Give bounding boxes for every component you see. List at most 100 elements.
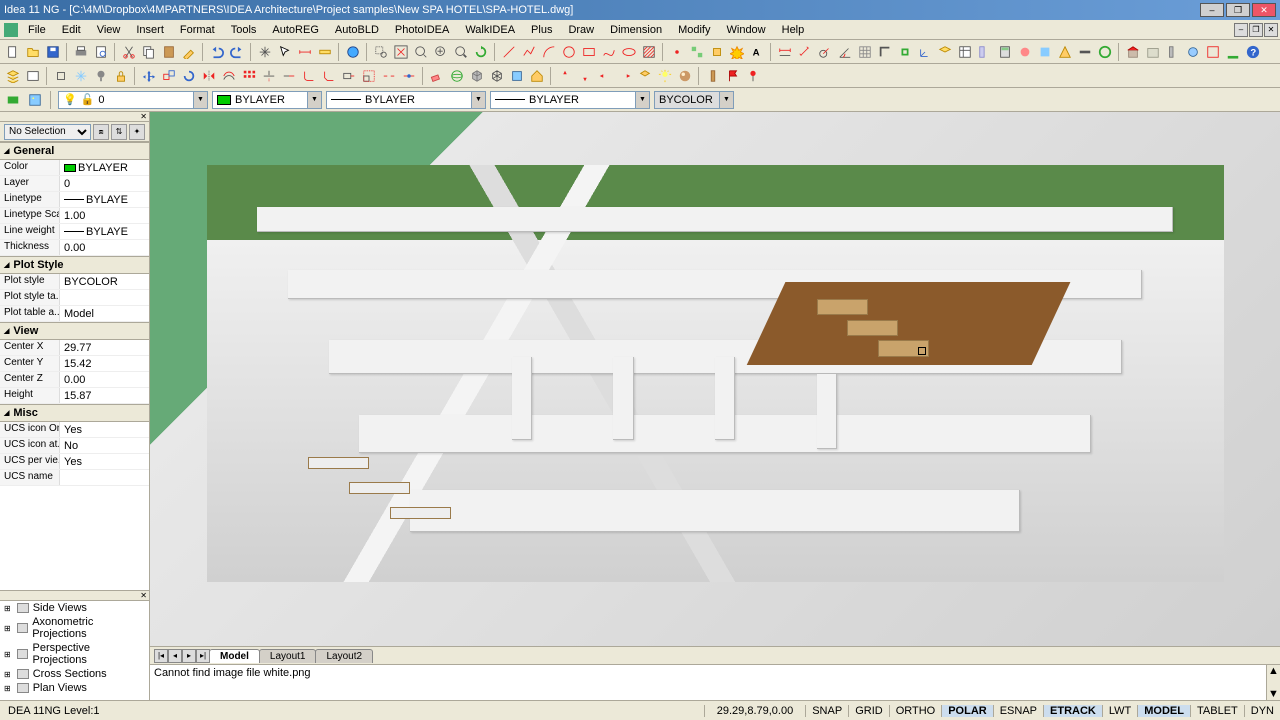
linetype-combo[interactable]: BYLAYER ▼ — [326, 91, 486, 109]
doc-restore-button[interactable]: ❐ — [1249, 23, 1263, 37]
rotate-icon[interactable] — [180, 67, 198, 85]
menu-window[interactable]: Window — [719, 22, 774, 38]
zoom-previous-icon[interactable] — [412, 43, 430, 61]
print-icon[interactable] — [72, 43, 90, 61]
ortho-icon[interactable] — [876, 43, 894, 61]
lineweight-combo[interactable]: BYLAYER ▼ — [490, 91, 650, 109]
insert-icon[interactable] — [708, 43, 726, 61]
menu-view[interactable]: View — [89, 22, 129, 38]
menu-modify[interactable]: Modify — [670, 22, 718, 38]
dimension-icon[interactable] — [296, 43, 314, 61]
menu-plus[interactable]: Plus — [523, 22, 560, 38]
prop-row[interactable]: Linetype Scale1.00 — [0, 208, 149, 224]
menu-draw[interactable]: Draw — [560, 22, 602, 38]
point-icon[interactable] — [668, 43, 686, 61]
view-left-icon[interactable] — [596, 67, 614, 85]
cmd-scroll-down-icon[interactable]: ▼ — [1268, 688, 1279, 700]
menu-format[interactable]: Format — [172, 22, 223, 38]
rect-icon[interactable] — [580, 43, 598, 61]
tab-prev-icon[interactable]: ◂ — [168, 649, 182, 663]
toggle-polar[interactable]: POLAR — [941, 705, 993, 717]
extra5-icon[interactable] — [1096, 43, 1114, 61]
view-right-icon[interactable] — [616, 67, 634, 85]
spline-icon[interactable] — [600, 43, 618, 61]
view-tree[interactable]: Side ViewsAxonometric ProjectionsPerspec… — [0, 600, 149, 700]
copy2-icon[interactable] — [160, 67, 178, 85]
minimize-button[interactable]: – — [1200, 3, 1224, 17]
pin-icon[interactable] — [744, 67, 762, 85]
xref-icon[interactable] — [4, 91, 22, 109]
toggle-tablet[interactable]: TABLET — [1190, 705, 1244, 717]
tab-last-icon[interactable]: ▸| — [196, 649, 210, 663]
isolate-icon[interactable] — [52, 67, 70, 85]
menu-walkidea[interactable]: WalkIDEA — [457, 22, 523, 38]
redo-icon[interactable] — [228, 43, 246, 61]
3d-orbit-icon[interactable] — [448, 67, 466, 85]
material-icon[interactable] — [676, 67, 694, 85]
cut-icon[interactable] — [120, 43, 138, 61]
prop-row[interactable]: Plot styleBYCOLOR — [0, 274, 149, 290]
block-icon[interactable] — [688, 43, 706, 61]
menu-insert[interactable]: Insert — [128, 22, 172, 38]
match-props-icon[interactable] — [180, 43, 198, 61]
bld2-icon[interactable] — [1144, 43, 1162, 61]
close-button[interactable]: ✕ — [1252, 3, 1276, 17]
osnap-icon[interactable] — [896, 43, 914, 61]
tab-layout2[interactable]: Layout2 — [315, 649, 373, 663]
column-icon[interactable] — [704, 67, 722, 85]
pline-icon[interactable] — [520, 43, 538, 61]
calc-icon[interactable] — [996, 43, 1014, 61]
cmd-scroll-up-icon[interactable]: ▲ — [1268, 665, 1279, 677]
undo-icon[interactable] — [208, 43, 226, 61]
color-combo[interactable]: BYLAYER ▼ — [212, 91, 322, 109]
tree-axonometric-projections[interactable]: Axonometric Projections — [0, 615, 149, 641]
fillet-icon[interactable] — [300, 67, 318, 85]
prop-row[interactable]: Center Y15.42 — [0, 356, 149, 372]
tab-model[interactable]: Model — [209, 649, 260, 663]
scale-icon[interactable] — [360, 67, 378, 85]
ucs-icon[interactable] — [916, 43, 934, 61]
toggle-snap[interactable]: SNAP — [805, 705, 848, 717]
dim-angle-icon[interactable] — [836, 43, 854, 61]
grid-snap-icon[interactable] — [856, 43, 874, 61]
circle-icon[interactable] — [560, 43, 578, 61]
prop-row[interactable]: Height15.87 — [0, 388, 149, 404]
prop-row[interactable]: Center Z0.00 — [0, 372, 149, 388]
render-icon[interactable] — [344, 43, 362, 61]
join-icon[interactable] — [400, 67, 418, 85]
arc-icon[interactable] — [540, 43, 558, 61]
light-icon[interactable] — [656, 67, 674, 85]
prop-row[interactable]: UCS icon at...No — [0, 438, 149, 454]
bld5-icon[interactable] — [1204, 43, 1222, 61]
dim-linear-icon[interactable] — [776, 43, 794, 61]
regen-icon[interactable] — [472, 43, 490, 61]
extra1-icon[interactable] — [1016, 43, 1034, 61]
dim-aligned-icon[interactable] — [796, 43, 814, 61]
bld3-icon[interactable] — [1164, 43, 1182, 61]
dim-radius-icon[interactable] — [816, 43, 834, 61]
tab-next-icon[interactable]: ▸ — [182, 649, 196, 663]
image-icon[interactable] — [26, 91, 44, 109]
shade-icon[interactable] — [468, 67, 486, 85]
zoom-extents-icon[interactable] — [392, 43, 410, 61]
home-icon[interactable] — [528, 67, 546, 85]
tool-palette-icon[interactable] — [976, 43, 994, 61]
category-view[interactable]: View — [0, 322, 149, 340]
offset-icon[interactable] — [220, 67, 238, 85]
category-general[interactable]: General — [0, 142, 149, 160]
extra4-icon[interactable] — [1076, 43, 1094, 61]
text-icon[interactable]: A — [748, 43, 766, 61]
view-bottom-icon[interactable] — [576, 67, 594, 85]
menu-photoidea[interactable]: PhotoIDEA — [387, 22, 457, 38]
flag-icon[interactable] — [724, 67, 742, 85]
prop-row[interactable]: LinetypeBYLAYE — [0, 192, 149, 208]
toggle-etrack[interactable]: ETRACK — [1043, 705, 1102, 717]
tree-perspective-projections[interactable]: Perspective Projections — [0, 641, 149, 667]
extra2-icon[interactable] — [1036, 43, 1054, 61]
plotstyle-combo[interactable]: BYCOLOR ▼ — [654, 91, 734, 109]
mirror-icon[interactable] — [200, 67, 218, 85]
toggle-dyn[interactable]: DYN — [1244, 705, 1280, 717]
open-icon[interactable] — [24, 43, 42, 61]
hatch-icon[interactable] — [640, 43, 658, 61]
category-plot-style[interactable]: Plot Style — [0, 256, 149, 274]
